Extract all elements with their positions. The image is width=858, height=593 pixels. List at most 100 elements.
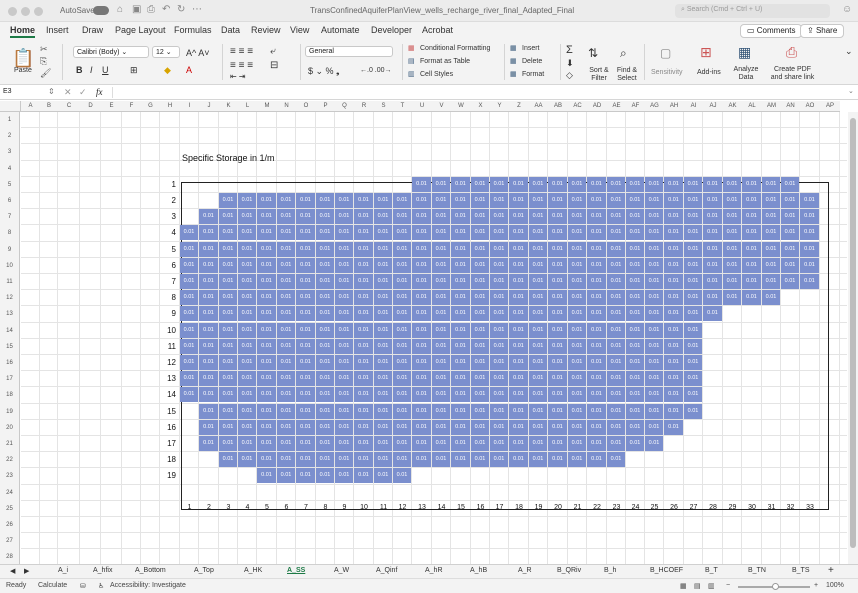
storage-cell[interactable]: 0.01 [451,355,470,370]
storage-cell[interactable]: 0.01 [257,403,276,419]
storage-cell[interactable]: 0.01 [529,403,547,419]
storage-cell[interactable]: 0.01 [548,371,567,387]
storage-cell[interactable]: 0.01 [374,274,392,289]
menu-automate[interactable]: Automate [321,25,360,35]
storage-cell[interactable]: 0.01 [257,355,276,370]
storage-cell[interactable]: 0.01 [257,290,276,306]
storage-cell[interactable]: 0.01 [296,403,315,419]
storage-cell[interactable]: 0.01 [238,290,256,306]
storage-cell[interactable]: 0.01 [277,193,295,208]
storage-cell[interactable]: 0.01 [762,209,780,225]
storage-cell[interactable]: 0.01 [607,209,625,225]
storage-cell[interactable]: 0.01 [684,225,702,241]
storage-cell[interactable]: 0.01 [664,209,683,225]
storage-cell[interactable]: 0.01 [199,436,218,451]
storage-cell[interactable]: 0.01 [723,193,741,208]
column-header[interactable]: E [101,101,122,112]
storage-cell[interactable]: 0.01 [607,419,625,435]
find-select-icon[interactable]: ⌕ [620,46,627,61]
storage-cell[interactable]: 0.01 [219,306,237,322]
delete-icon[interactable]: ▦ [510,57,517,65]
sheet-tab[interactable]: A_HK [244,567,262,574]
storage-cell[interactable]: 0.01 [529,371,547,387]
storage-cell[interactable]: 0.01 [529,322,547,338]
storage-cell[interactable]: 0.01 [238,257,256,273]
storage-cell[interactable]: 0.01 [180,257,198,273]
storage-cell[interactable]: 0.01 [432,225,450,241]
row-header[interactable]: 17 [0,371,20,388]
storage-cell[interactable]: 0.01 [471,225,489,241]
storage-cell[interactable]: 0.01 [664,193,683,208]
storage-cell[interactable]: 0.01 [432,371,450,387]
storage-cell[interactable]: 0.01 [568,436,586,451]
storage-cell[interactable]: 0.01 [316,419,334,435]
storage-cell[interactable]: 0.01 [664,306,683,322]
storage-cell[interactable]: 0.01 [412,387,431,403]
storage-cell[interactable]: 0.01 [199,225,218,241]
storage-cell[interactable]: 0.01 [199,371,218,387]
addins-icon[interactable]: ⊞ [700,44,712,61]
column-header[interactable]: AJ [703,101,723,112]
row-header[interactable]: 10 [0,257,20,274]
storage-cell[interactable]: 0.01 [645,306,663,322]
storage-cell[interactable]: 0.01 [451,338,470,354]
column-header[interactable]: AL [742,101,762,112]
storage-cell[interactable]: 0.01 [238,322,256,338]
storage-cell[interactable]: 0.01 [219,338,237,354]
storage-cell[interactable]: 0.01 [180,338,198,354]
storage-cell[interactable]: 0.01 [335,209,353,225]
fill-icon[interactable]: ⬇ [566,58,574,69]
storage-cell[interactable]: 0.01 [432,306,450,322]
storage-cell[interactable]: 0.01 [277,452,295,468]
storage-cell[interactable]: 0.01 [529,274,547,289]
storage-cell[interactable]: 0.01 [800,274,819,289]
storage-cell[interactable]: 0.01 [490,274,508,289]
storage-cell[interactable]: 0.01 [316,403,334,419]
storage-cell[interactable]: 0.01 [471,306,489,322]
storage-cell[interactable]: 0.01 [664,176,683,192]
storage-cell[interactable]: 0.01 [471,322,489,338]
storage-cell[interactable]: 0.01 [607,355,625,370]
column-header[interactable]: H [160,101,180,112]
storage-cell[interactable]: 0.01 [742,274,761,289]
menu-acrobat[interactable]: Acrobat [422,25,453,35]
storage-cell[interactable]: 0.01 [645,419,663,435]
redo-icon[interactable]: ↻ [177,4,185,15]
storage-cell[interactable]: 0.01 [432,257,450,273]
storage-cell[interactable]: 0.01 [412,209,431,225]
conditional-formatting-icon[interactable]: ▦ [408,44,415,52]
storage-cell[interactable]: 0.01 [568,241,586,257]
storage-cell[interactable]: 0.01 [587,241,606,257]
storage-cell[interactable]: 0.01 [393,306,411,322]
storage-cell[interactable]: 0.01 [199,355,218,370]
storage-cell[interactable]: 0.01 [684,241,702,257]
underline-icon[interactable]: U [102,65,109,75]
storage-cell[interactable]: 0.01 [412,371,431,387]
storage-cell[interactable]: 0.01 [664,225,683,241]
align-left-icon[interactable]: ≡ ≡ ≡ [230,60,253,71]
storage-cell[interactable]: 0.01 [432,436,450,451]
storage-cell[interactable]: 0.01 [257,209,276,225]
storage-cell[interactable]: 0.01 [471,355,489,370]
storage-cell[interactable]: 0.01 [432,193,450,208]
storage-cell[interactable]: 0.01 [451,209,470,225]
storage-cell[interactable]: 0.01 [684,176,702,192]
storage-cell[interactable]: 0.01 [296,468,315,484]
storage-cell[interactable]: 0.01 [316,355,334,370]
storage-cell[interactable]: 0.01 [626,176,644,192]
storage-cell[interactable]: 0.01 [180,387,198,403]
storage-cell[interactable]: 0.01 [277,355,295,370]
storage-cell[interactable]: 0.01 [451,225,470,241]
storage-cell[interactable]: 0.01 [277,209,295,225]
storage-cell[interactable]: 0.01 [762,176,780,192]
storage-cell[interactable]: 0.01 [548,306,567,322]
storage-cell[interactable]: 0.01 [762,274,780,289]
storage-cell[interactable]: 0.01 [529,290,547,306]
storage-cell[interactable]: 0.01 [296,322,315,338]
fill-color-icon[interactable]: ◆ [164,65,171,76]
sheet-tab[interactable]: B_TS [792,567,810,574]
column-header[interactable]: S [374,101,393,112]
storage-cell[interactable]: 0.01 [374,225,392,241]
storage-cell[interactable]: 0.01 [664,274,683,289]
storage-cell[interactable]: 0.01 [374,371,392,387]
